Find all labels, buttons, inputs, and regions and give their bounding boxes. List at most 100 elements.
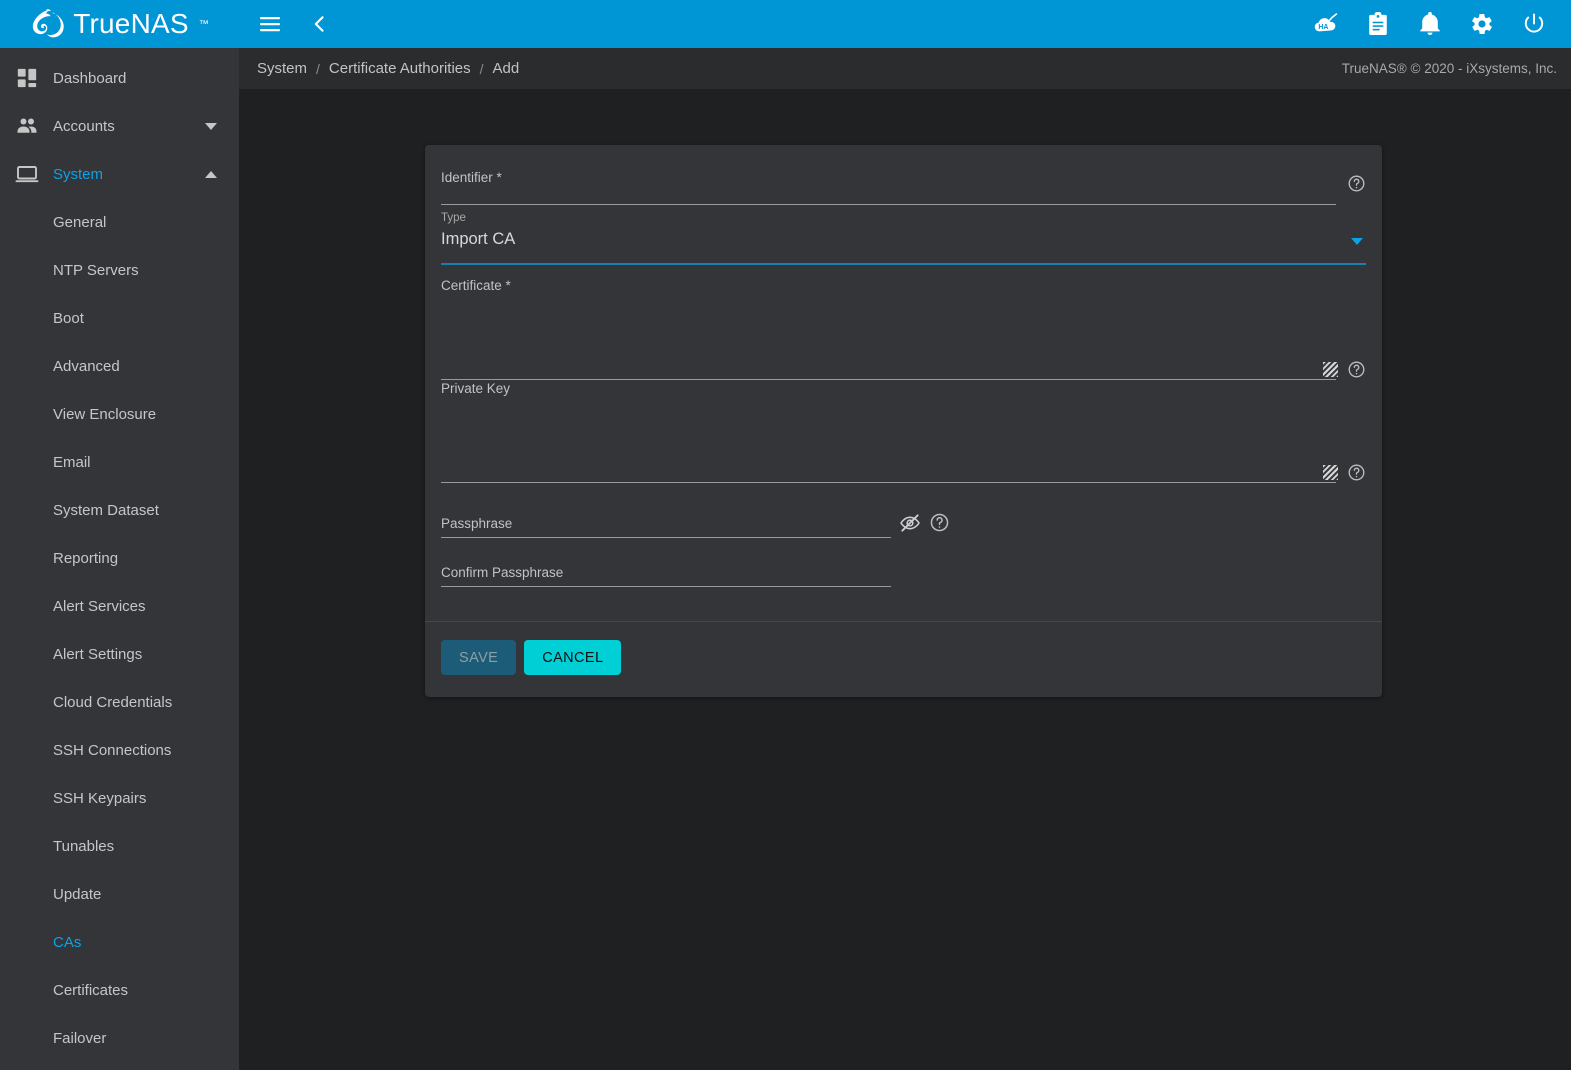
content-area: Identifier * Type Import CA Certificate … [239, 89, 1571, 1070]
sidebar-item-alert-services[interactable]: Alert Services [0, 582, 239, 630]
sidebar-item-cloud-credentials[interactable]: Cloud Credentials [0, 678, 239, 726]
sidebar-item-label: Accounts [53, 117, 115, 135]
passphrase-field[interactable]: Passphrase [441, 513, 1366, 550]
private-key-underline [441, 482, 1336, 483]
sidebar-item-boot[interactable]: Boot [0, 294, 239, 342]
sidebar-item-view-enclosure[interactable]: View Enclosure [0, 390, 239, 438]
private-key-label: Private Key [441, 381, 511, 396]
sidebar-item-cas[interactable]: CAs [0, 918, 239, 966]
sidebar-item-system-dataset[interactable]: System Dataset [0, 486, 239, 534]
bell-notification-icon[interactable] [1417, 11, 1443, 37]
sidebar-item-label: Alert Services [53, 597, 146, 615]
clipboard-icon[interactable] [1365, 11, 1391, 37]
sidebar-item-label: Update [53, 885, 102, 903]
confirm-passphrase-label: Confirm Passphrase [441, 565, 564, 580]
sidebar-item-alert-settings[interactable]: Alert Settings [0, 630, 239, 678]
svg-text:HA: HA [1318, 24, 1328, 31]
sidebar-item-accounts[interactable]: Accounts [0, 102, 239, 150]
sidebar-item-label: Email [53, 453, 91, 471]
topbar: HA [239, 0, 1571, 48]
help-circle-icon[interactable] [1347, 174, 1366, 198]
sidebar-item-ssh-connections[interactable]: SSH Connections [0, 726, 239, 774]
breadcrumb-bar: System / Certificate Authorities / Add T… [239, 48, 1571, 89]
sidebar: TrueNAS ™ Dashboard Accounts System Gene… [0, 0, 239, 1070]
type-underline-focused [441, 263, 1366, 265]
help-circle-icon[interactable] [1347, 360, 1366, 384]
sidebar-item-ntp-servers[interactable]: NTP Servers [0, 246, 239, 294]
passphrase-label: Passphrase [441, 516, 513, 531]
sidebar-item-email[interactable]: Email [0, 438, 239, 486]
resize-grip-icon[interactable] [1323, 362, 1338, 377]
sidebar-item-label: General [53, 213, 107, 231]
copyright-text: TrueNAS® © 2020 - iXsystems, Inc. [1341, 61, 1557, 76]
breadcrumb-separator: / [316, 60, 320, 77]
help-circle-icon[interactable] [1347, 463, 1366, 487]
hamburger-menu-icon[interactable] [257, 11, 283, 37]
certificate-underline [441, 379, 1336, 380]
truenas-app-window: TrueNAS ™ Dashboard Accounts System Gene… [0, 0, 1571, 1070]
brand-trademark: ™ [198, 18, 209, 30]
sidebar-item-label: Boot [53, 309, 84, 327]
sidebar-item-tunables[interactable]: Tunables [0, 822, 239, 870]
save-button[interactable]: SAVE [441, 640, 517, 675]
identifier-field[interactable]: Identifier * [441, 171, 1366, 205]
chevron-left-icon[interactable] [307, 11, 333, 37]
sidebar-item-ssh-keypairs[interactable]: SSH Keypairs [0, 774, 239, 822]
certificate-textarea[interactable] [441, 295, 1366, 379]
chevron-down-icon[interactable] [1351, 238, 1363, 245]
breadcrumb: System / Certificate Authorities / Add [257, 60, 519, 77]
sidebar-item-label: SSH Keypairs [53, 789, 147, 807]
resize-grip-icon[interactable] [1323, 465, 1338, 480]
sidebar-item-failover[interactable]: Failover [0, 1014, 239, 1062]
confirm-passphrase-field[interactable]: Confirm Passphrase [441, 566, 1366, 599]
sidebar-nav: Dashboard Accounts System General NTP Se… [0, 48, 239, 1062]
chevron-up-icon[interactable] [205, 170, 217, 178]
sidebar-system-submenu: General NTP Servers Boot Advanced View Enclo… [0, 198, 239, 1062]
sidebar-item-dashboard[interactable]: Dashboard [0, 54, 239, 102]
brand-header[interactable]: TrueNAS ™ [0, 0, 239, 48]
sidebar-item-label: Alert Settings [53, 645, 143, 663]
type-select-field[interactable]: Type Import CA [441, 212, 1366, 265]
monitor-icon [10, 162, 44, 186]
breadcrumb-item-add: Add [492, 60, 520, 77]
breadcrumb-separator: / [479, 60, 484, 77]
sidebar-item-reporting[interactable]: Reporting [0, 534, 239, 582]
confirm-passphrase-underline [441, 586, 891, 587]
certificate-field[interactable]: Certificate * [441, 279, 1366, 380]
truenas-logo-icon [30, 9, 64, 39]
power-icon[interactable] [1521, 11, 1547, 37]
sidebar-item-label: System Dataset [53, 501, 159, 519]
sidebar-item-label: Reporting [53, 549, 119, 567]
breadcrumb-item-certificate-authorities[interactable]: Certificate Authorities [329, 60, 471, 77]
breadcrumb-item-system[interactable]: System [257, 60, 307, 77]
identifier-underline [441, 204, 1336, 205]
sidebar-item-label: Failover [53, 1029, 107, 1047]
sidebar-item-label: Advanced [53, 357, 120, 375]
sidebar-item-label: Certificates [53, 981, 129, 999]
sidebar-item-label: Cloud Credentials [53, 693, 173, 711]
brand-name: TrueNAS [73, 8, 189, 39]
sidebar-item-certificates[interactable]: Certificates [0, 966, 239, 1014]
eye-off-icon[interactable] [899, 512, 921, 539]
cancel-button[interactable]: CANCEL [524, 640, 622, 675]
chevron-down-icon[interactable] [205, 122, 217, 130]
type-label: Type [441, 212, 466, 224]
sidebar-item-advanced[interactable]: Advanced [0, 342, 239, 390]
sidebar-item-general[interactable]: General [0, 198, 239, 246]
help-circle-icon[interactable] [929, 512, 950, 538]
sidebar-item-label: Tunables [53, 837, 115, 855]
passphrase-underline [441, 537, 891, 538]
sidebar-item-update[interactable]: Update [0, 870, 239, 918]
sidebar-item-label: Dashboard [53, 69, 127, 87]
sidebar-item-label: View Enclosure [53, 405, 157, 423]
private-key-textarea[interactable] [441, 398, 1366, 482]
main-area: HA System / Certificate Authorities / Ad… [239, 0, 1571, 1070]
private-key-field[interactable]: Private Key [441, 382, 1366, 483]
sidebar-item-system[interactable]: System [0, 150, 239, 198]
add-certificate-authority-card: Identifier * Type Import CA Certificate … [425, 145, 1382, 697]
gear-settings-icon[interactable] [1469, 11, 1495, 37]
sidebar-item-label: CAs [53, 933, 82, 951]
ha-status-icon[interactable]: HA [1313, 11, 1339, 37]
type-selected-value: Import CA [441, 230, 516, 248]
identifier-label: Identifier * [441, 170, 502, 185]
